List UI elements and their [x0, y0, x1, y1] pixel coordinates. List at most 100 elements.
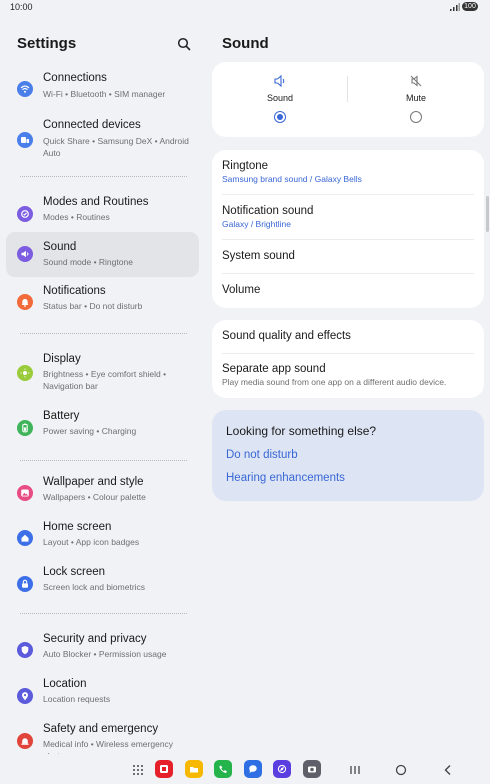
- sound-quality-row[interactable]: Sound quality and effects: [222, 330, 474, 342]
- sidebar-item-notifications[interactable]: Notifications Status bar • Do not disturb: [6, 284, 199, 324]
- flipboard-icon[interactable]: [155, 760, 173, 778]
- row-separator: [222, 273, 474, 274]
- sidebar-item-subtitle: Power saving • Charging: [43, 426, 137, 436]
- sidebar-item-security-and-privacy[interactable]: Security and privacy Auto Blocker • Permi…: [6, 632, 199, 672]
- volume-icon: [17, 246, 33, 262]
- sidebar-item-title: Display: [43, 353, 81, 365]
- signal-icon: [450, 3, 460, 11]
- volume-icon: [274, 74, 285, 88]
- sidebar-item-wallpaper-and-style[interactable]: Wallpaper and style Wallpapers • Colour p…: [6, 475, 199, 515]
- ringtone-title: Ringtone: [222, 160, 269, 172]
- section-divider: [20, 333, 187, 334]
- sidebar-item-subtitle: Status bar • Do not disturb: [43, 301, 143, 311]
- sidebar-item-subtitle: Screen lock and biometrics: [43, 582, 146, 592]
- sidebar-item-title: Notifications: [43, 285, 106, 297]
- separate-app-sound-row[interactable]: Separate app sound Play media sound from…: [222, 363, 474, 387]
- page-title: Settings: [17, 35, 77, 52]
- search-icon[interactable]: [176, 36, 192, 52]
- sidebar-item-battery[interactable]: Battery Power saving • Charging: [6, 409, 199, 449]
- do-not-disturb-link[interactable]: Do not disturb: [226, 449, 298, 461]
- bell-icon: [17, 294, 33, 310]
- sound-settings-card: Ringtone Samsung brand sound / Galaxy Be…: [212, 150, 484, 308]
- sidebar-item-modes-and-routines[interactable]: Modes and Routines Modes • Routines: [6, 195, 199, 235]
- section-divider: [20, 613, 187, 614]
- emergency-icon: [17, 733, 33, 749]
- wifi-icon: [17, 81, 33, 97]
- system-sound-row[interactable]: System sound: [222, 250, 474, 262]
- notification-sound-title: Notification sound: [222, 205, 314, 217]
- sidebar-item-subtitle: Medical info • Wireless emergency alerts: [43, 739, 174, 754]
- sound-quality-title: Sound quality and effects: [222, 330, 351, 342]
- notification-sound-value: Galaxy / Brightline: [222, 219, 291, 229]
- sidebar-item-safety-and-emergency[interactable]: Safety and emergency Medical info • Wirel…: [6, 722, 199, 754]
- apps-grid-icon[interactable]: [132, 764, 144, 776]
- sidebar-item-title: Lock screen: [43, 566, 106, 578]
- home-icon: [17, 530, 33, 546]
- internet-icon[interactable]: [273, 760, 291, 778]
- ringtone-value: Samsung brand sound / Galaxy Bells: [222, 174, 362, 184]
- status-bar: 10:00 100: [0, 0, 490, 14]
- settings-list-pane: Settings Connections Wi-Fi • Bluetooth • …: [0, 14, 205, 754]
- sidebar-item-home-screen[interactable]: Home screen Layout • App icon badges: [6, 520, 199, 560]
- sidebar-item-location[interactable]: Location Location requests: [6, 677, 199, 717]
- sidebar-item-connected-devices[interactable]: Connected devices Quick Share • Samsung D…: [6, 117, 199, 172]
- notification-sound-row[interactable]: Notification sound Galaxy / Brightline: [222, 205, 474, 229]
- sidebar-item-subtitle: Wallpapers • Colour palette: [43, 492, 146, 502]
- sidebar-item-subtitle: Sound mode • Ringtone: [43, 257, 133, 267]
- sidebar-item-title: Home screen: [43, 521, 112, 533]
- phone-icon[interactable]: [214, 760, 232, 778]
- section-divider: [20, 460, 187, 461]
- scrollbar[interactable]: [486, 196, 489, 232]
- battery-indicator: 100: [462, 2, 478, 11]
- sidebar-item-title: Security and privacy: [43, 633, 147, 645]
- folder-icon[interactable]: [185, 760, 203, 778]
- sidebar-item-title: Battery: [43, 410, 80, 422]
- sun-icon: [17, 365, 33, 381]
- volume-title: Volume: [222, 284, 261, 296]
- row-separator: [222, 353, 474, 354]
- detail-title: Sound: [222, 35, 269, 52]
- recent-apps-icon[interactable]: [348, 763, 362, 777]
- sidebar-item-title: Wallpaper and style: [43, 476, 144, 488]
- sidebar-item-subtitle: Quick Share • Samsung DeX • Android Auto: [43, 136, 189, 158]
- sound-mode-radio[interactable]: [274, 111, 286, 123]
- lock-icon: [17, 576, 33, 592]
- sidebar-item-subtitle: Layout • App icon badges: [43, 537, 140, 547]
- suggestions-heading: Looking for something else?: [226, 424, 377, 438]
- mute-mode-label: Mute: [405, 93, 426, 103]
- sidebar-item-subtitle: Brightness • Eye comfort shield • Naviga…: [43, 369, 167, 391]
- devices-icon: [17, 132, 33, 148]
- sidebar-item-subtitle: Auto Blocker • Permission usage: [43, 649, 167, 659]
- volume-row[interactable]: Volume: [222, 284, 474, 296]
- ringtone-row[interactable]: Ringtone Samsung brand sound / Galaxy Be…: [222, 160, 474, 184]
- hearing-enhancements-link[interactable]: Hearing enhancements: [226, 472, 345, 484]
- mute-icon: [410, 75, 422, 87]
- sidebar-item-display[interactable]: Display Brightness • Eye comfort shield •…: [6, 351, 199, 407]
- section-divider: [20, 176, 187, 177]
- battery-icon: [17, 420, 33, 436]
- sidebar-item-sound[interactable]: Sound Sound mode • Ringtone: [6, 232, 199, 277]
- sidebar-item-connections[interactable]: Connections Wi-Fi • Bluetooth • SIM manag…: [6, 71, 199, 113]
- sidebar-item-title: Modes and Routines: [43, 196, 149, 208]
- home-button-icon[interactable]: [394, 763, 408, 777]
- camera-icon[interactable]: [303, 760, 321, 778]
- sound-mode-label: Sound: [266, 93, 294, 103]
- suggestions-card: Looking for something else? Do not distu…: [212, 410, 484, 501]
- mute-mode-radio[interactable]: [410, 111, 422, 123]
- mute-mode-option[interactable]: Mute: [348, 74, 484, 103]
- wallpaper-icon: [17, 485, 33, 501]
- sidebar-item-lock-screen[interactable]: Lock screen Screen lock and biometrics: [6, 565, 199, 605]
- sound-mode-card: Sound Mute: [212, 62, 484, 137]
- location-pin-icon: [17, 688, 33, 704]
- row-separator: [222, 239, 474, 240]
- messages-icon[interactable]: [244, 760, 262, 778]
- row-separator: [222, 194, 474, 195]
- sidebar-item-subtitle: Location requests: [43, 694, 111, 704]
- status-time: 10:00: [10, 2, 33, 12]
- shield-icon: [17, 642, 33, 658]
- back-icon[interactable]: [441, 763, 455, 777]
- separate-app-sound-desc: Play media sound from one app on a diffe…: [222, 377, 447, 387]
- sound-mode-option[interactable]: Sound: [212, 74, 348, 103]
- sidebar-item-title: Connections: [43, 72, 107, 84]
- sidebar-item-title: Location: [43, 678, 87, 690]
